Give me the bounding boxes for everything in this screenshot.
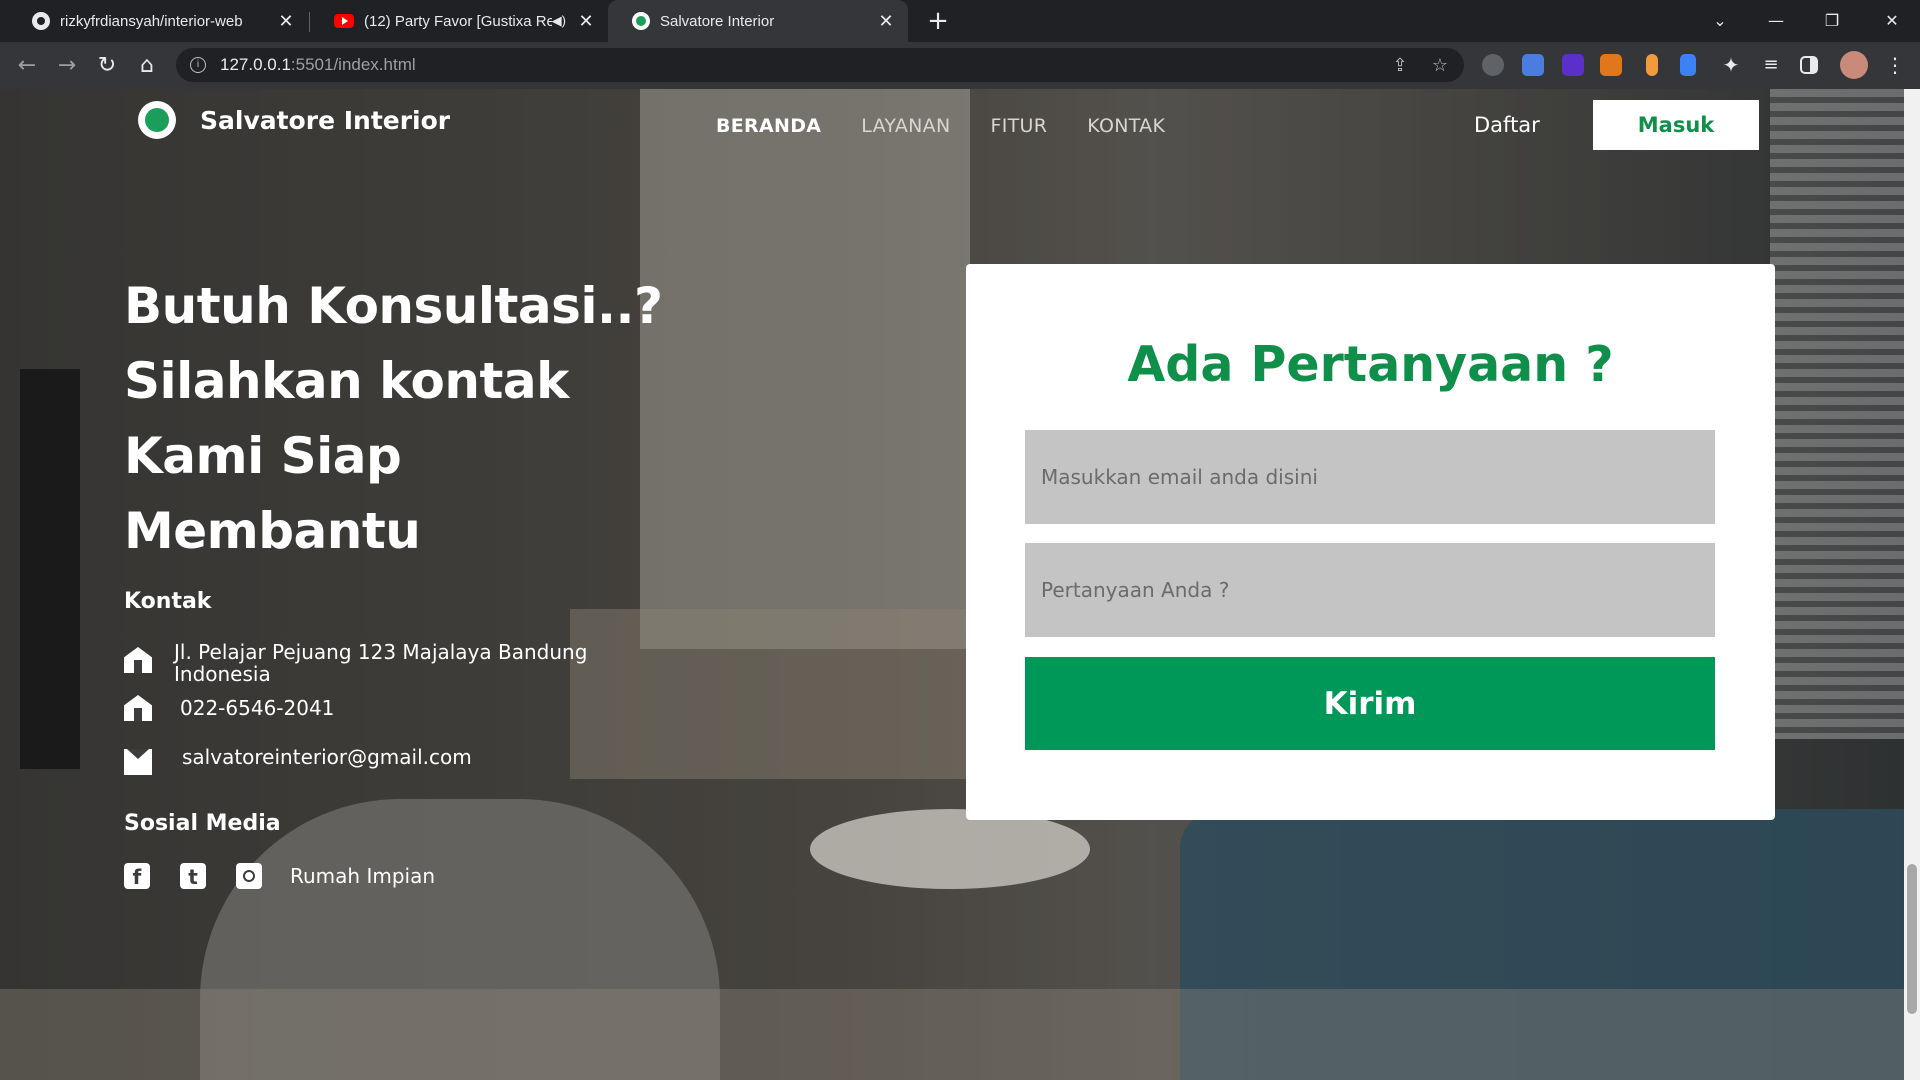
brand-logo-icon [138,101,176,139]
social-title: Sosial Media [124,811,281,836]
login-button[interactable]: Masuk [1593,100,1759,150]
phone-number: 022-6546-2041 [180,696,335,720]
home-icon [124,647,152,673]
url-text: 127.0.0.1:5501/index.html [220,55,416,74]
home-button[interactable]: ⌂ [131,49,163,81]
browser-toolbar: ← → ↻ ⌂ i 127.0.0.1:5501/index.html ⇪ ☆ … [0,42,1920,89]
address-line: Indonesia [174,662,271,686]
window-close-button[interactable]: ✕ [1864,0,1920,40]
youtube-icon [334,14,354,28]
home-icon [124,695,152,721]
extension-icon[interactable] [1482,54,1504,76]
site-header: Salvatore Interior BERANDA LAYANAN FITUR… [0,89,1904,161]
media-control-icon[interactable]: ≡ [1760,54,1782,76]
nav-beranda[interactable]: BERANDA [716,115,821,137]
speaker-icon[interactable]: ◀) [552,13,566,29]
address-bar[interactable]: i 127.0.0.1:5501/index.html ⇪ ☆ [176,48,1464,82]
email-address[interactable]: salvatoreinterior@gmail.com [182,746,472,768]
social-links: f t Rumah Impian [124,863,435,889]
info-icon[interactable]: i [190,57,206,73]
tab-search-icon[interactable]: ⌄ [1692,0,1748,40]
extension-icon[interactable] [1646,54,1658,76]
tab-title: rizkyfrdiansyah/interior-web [60,12,243,30]
background-floor [0,989,1904,1080]
background-window-blinds [1770,89,1904,739]
reload-button[interactable]: ↻ [91,49,123,81]
page-scrollbar[interactable] [1904,89,1920,1080]
social-handle: Rumah Impian [290,864,436,888]
headline-line: Silahkan kontak [124,352,569,410]
metamask-icon[interactable] [1600,54,1622,76]
background-tv [20,369,80,769]
question-form: Ada Pertanyaan ? Kirim [966,264,1775,820]
close-icon[interactable]: ✕ [576,11,596,32]
new-tab-button[interactable]: + [922,5,954,37]
background-pegboard [640,89,970,649]
nav-layanan[interactable]: LAYANAN [861,115,950,137]
contact-section: Butuh Konsultasi..? Silahkan kontak Kami… [124,269,684,889]
menu-icon[interactable]: ⋮ [1884,54,1906,76]
close-icon[interactable]: ✕ [276,11,296,32]
minimize-button[interactable]: — [1748,0,1804,40]
tab-github[interactable]: rizkyfrdiansyah/interior-web ✕ [8,0,308,42]
side-panel-icon[interactable] [1800,56,1818,74]
nav-fitur[interactable]: FITUR [990,115,1047,137]
back-button[interactable]: ← [11,49,43,81]
register-link[interactable]: Daftar [1474,113,1540,137]
close-icon[interactable]: ✕ [876,11,896,32]
address-row: Jl. Pelajar Pejuang 123 Majalaya Bandung… [124,641,587,685]
email-field[interactable] [1025,430,1715,524]
headline-line: Butuh Konsultasi..? [124,277,663,335]
browser-tabstrip: rizkyfrdiansyah/interior-web ✕ (12) Part… [0,0,1920,42]
forward-button[interactable]: → [51,49,83,81]
tab-title: Salvatore Interior [660,12,775,30]
main-nav: BERANDA LAYANAN FITUR KONTAK [716,115,1165,137]
share-icon[interactable]: ⇪ [1390,56,1410,76]
tab-salvatore[interactable]: Salvatore Interior ✕ [608,0,908,42]
nav-kontak[interactable]: KONTAK [1087,115,1165,137]
restore-button[interactable]: ❐ [1804,0,1860,40]
email-row: salvatoreinterior@gmail.com [124,746,472,775]
background-table [810,809,1090,889]
hero-headline: Butuh Konsultasi..? Silahkan kontak Kami… [124,269,684,569]
profile-avatar[interactable] [1840,51,1868,79]
brand-name: Salvatore Interior [200,105,451,135]
mail-icon [124,749,152,775]
extension-icon[interactable] [1562,54,1584,76]
github-icon [32,12,50,30]
phone-row: 022-6546-2041 [124,695,334,721]
headline-line: Kami Siap [124,427,402,485]
scrollbar-thumb[interactable] [1907,864,1917,1014]
site-favicon [632,12,650,30]
headline-line: Membantu [124,502,421,560]
tab-youtube[interactable]: (12) Party Favor [Gustixa Rem ◀) ✕ [310,0,608,42]
address-line: Jl. Pelajar Pejuang 123 Majalaya Bandung [174,640,588,664]
extension-icon[interactable] [1680,54,1696,76]
contact-title: Kontak [124,589,212,614]
twitter-icon[interactable]: t [180,863,206,889]
brand[interactable]: Salvatore Interior [138,101,450,139]
tab-title: (12) Party Favor [Gustixa Rem [364,12,552,30]
page-viewport: Salvatore Interior BERANDA LAYANAN FITUR… [0,89,1920,1080]
background-shelf [570,609,970,779]
question-field[interactable] [1025,543,1715,637]
form-title: Ada Pertanyaan ? [1127,336,1614,393]
facebook-icon[interactable]: f [124,863,150,889]
translate-extension-icon[interactable] [1522,54,1544,76]
instagram-icon[interactable] [236,863,262,889]
bookmark-star-icon[interactable]: ☆ [1430,56,1450,76]
puzzle-icon[interactable]: ✦ [1720,54,1742,76]
submit-button[interactable]: Kirim [1025,657,1715,750]
